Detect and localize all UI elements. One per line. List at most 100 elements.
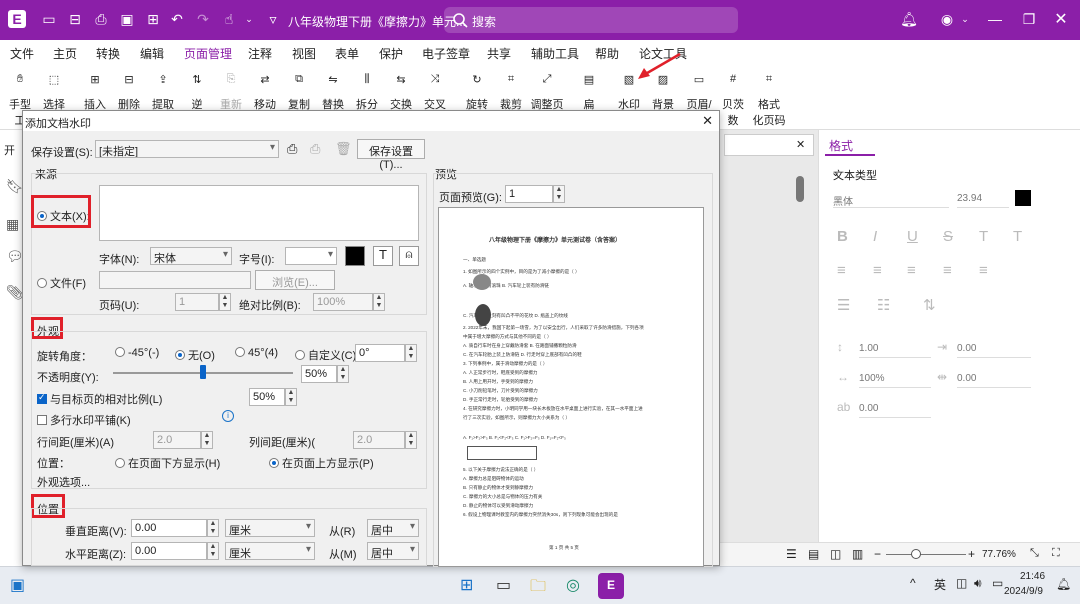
checkbox-indicator[interactable] [37, 392, 47, 404]
rotation-custom[interactable]: 自定义(C) [295, 347, 356, 363]
radio-indicator[interactable] [295, 350, 305, 360]
import-settings-icon[interactable]: ⎙ [310, 141, 320, 157]
save-as-icon[interactable]: ⊞ [144, 10, 162, 28]
checkbox-indicator[interactable] [37, 415, 47, 425]
battery-icon[interactable]: ▭ [992, 576, 1003, 590]
restore-icon[interactable]: ❐ [1020, 10, 1038, 28]
text-format-icon[interactable]: T [373, 246, 393, 266]
col-spacing-input[interactable]: 2.0 [353, 431, 405, 449]
open-folder-icon[interactable]: ⊟ [66, 10, 84, 28]
print-settings-icon[interactable]: ⎙ [287, 141, 297, 157]
fit-page-icon[interactable]: ⤡ [1030, 547, 1039, 560]
move-page-button[interactable]: ⇄ 移动 [248, 66, 282, 112]
row-spacing-spinner[interactable]: ▲ ▼ [201, 431, 213, 449]
menu-accessibility[interactable]: 辅助工具 [531, 45, 579, 62]
radio-indicator[interactable] [269, 458, 279, 468]
two-page-icon[interactable]: ◫ [830, 547, 841, 561]
delete-page-button[interactable]: ⊟ 删除 [112, 66, 146, 112]
align-left-icon[interactable]: ≡ [837, 262, 846, 279]
tab-close-icon[interactable]: ✕ [796, 138, 805, 151]
ime-lang[interactable]: 英 [934, 576, 946, 593]
task-view-icon[interactable]: ▭ [496, 575, 511, 595]
replace-page-button[interactable]: ⇋ 替换 [316, 66, 350, 112]
vertical-distance-input[interactable]: 0.00 [131, 519, 207, 537]
rotation-minus45[interactable]: -45°(-) [115, 347, 159, 359]
single-page-icon[interactable]: ☰ [786, 547, 797, 561]
menu-edit[interactable]: 编辑 [140, 45, 164, 62]
crop-button[interactable]: ⌗ 裁剪 [494, 66, 528, 112]
horizontal-distance-spinner[interactable]: ▲ ▼ [207, 542, 219, 560]
list-bullet-icon[interactable]: ☰ [837, 296, 850, 314]
radio-indicator[interactable] [235, 347, 245, 357]
col-spacing-spinner[interactable]: ▲ ▼ [405, 431, 417, 449]
print-icon[interactable]: ⎙ [92, 10, 110, 28]
rotation-none[interactable]: 无(O) [175, 347, 215, 363]
align-right-icon[interactable]: ≡ [907, 262, 916, 279]
header-footer-button[interactable]: ▭ 页眉/ [680, 66, 718, 112]
row-spacing-input[interactable]: 2.0 [153, 431, 201, 449]
watermark-text-input[interactable] [99, 185, 419, 241]
spacing-input[interactable]: 0.00 [957, 370, 1031, 388]
indent-input[interactable]: 0.00 [957, 340, 1031, 358]
continuous-icon[interactable]: ▤ [808, 547, 819, 561]
redo-icon[interactable]: ↷ [194, 10, 212, 28]
text-color-swatch[interactable] [345, 246, 365, 266]
split-button[interactable]: ⫼ 拆分 [350, 66, 384, 112]
renumber-button[interactable]: ⎘ 重新 [214, 66, 248, 112]
relative-scale-check[interactable]: 与目标页的相对比例(L) [37, 391, 162, 407]
opacity-spinner[interactable]: ▲ ▼ [337, 365, 349, 383]
menu-convert[interactable]: 转换 [96, 45, 120, 62]
save-settings-select[interactable]: [未指定] [95, 140, 279, 158]
network-icon[interactable]: ◫ [956, 576, 967, 590]
italic-icon[interactable]: I [873, 228, 877, 245]
appearance-options-link[interactable]: 外观选项... [37, 474, 90, 490]
browse-button[interactable]: 浏览(E)... [255, 270, 335, 290]
insert-page-button[interactable]: ⊞ 插入 [78, 66, 112, 112]
chevron-down-icon[interactable]: ⌄ [240, 10, 258, 28]
notification-bell-icon[interactable]: 🔔︎ [1056, 577, 1071, 591]
align-center-icon[interactable]: ≡ [873, 262, 882, 279]
font-select[interactable]: 黑体 [833, 190, 949, 208]
clock-time[interactable]: 21:46 [1020, 571, 1045, 582]
radio-indicator[interactable] [115, 458, 125, 468]
quick-access-dropdown-icon[interactable]: ▿ [264, 10, 282, 28]
scrollbar-thumb[interactable] [796, 176, 804, 202]
menu-share[interactable]: 共享 [487, 45, 511, 62]
cross-button[interactable]: ⤨ 交叉 [418, 66, 452, 112]
font-size-select[interactable]: 23.94 [957, 190, 1009, 208]
tray-chevron-icon[interactable]: ^ [910, 576, 916, 590]
file-radio-indicator[interactable] [37, 278, 47, 288]
absolute-scale-input[interactable]: 100% [313, 293, 373, 311]
minimize-icon[interactable]: — [986, 10, 1004, 28]
rotate-button[interactable]: ↻ 旋转 [460, 66, 494, 112]
opacity-slider-thumb[interactable] [200, 365, 206, 379]
text-direction-icon[interactable]: ⇅ [923, 296, 936, 314]
radio-indicator[interactable] [175, 350, 185, 360]
fullscreen-icon[interactable]: ⛶ [1052, 547, 1060, 560]
preview-page-input[interactable]: 1 [505, 185, 553, 203]
bold-icon[interactable]: B [837, 228, 848, 245]
dialog-close-icon[interactable]: ✕ [702, 113, 713, 129]
reverse-button[interactable]: ⇅ 逆 [180, 66, 214, 112]
font-select[interactable]: 宋体 [150, 247, 232, 265]
superscript-icon[interactable]: T [979, 228, 988, 245]
copy-page-button[interactable]: ⧉ 复制 [282, 66, 316, 112]
strikethrough-icon[interactable]: S [943, 228, 953, 245]
start-icon[interactable]: ⊞ [460, 575, 473, 595]
extract-page-button[interactable]: ⇪ 提取 [146, 66, 180, 112]
subscript-icon[interactable]: T [1013, 228, 1022, 245]
menu-file[interactable]: 文件 [10, 45, 34, 62]
relative-scale-input[interactable]: 50% [249, 388, 285, 406]
pdf-editor-taskbar-icon[interactable]: E [598, 573, 624, 599]
file-explorer-icon[interactable]: 🗀︎ [530, 575, 546, 602]
zoom-slider-track[interactable] [886, 554, 966, 555]
behind-page-radio[interactable]: 在页面下方显示(H) [115, 455, 220, 471]
horizontal-from-select[interactable]: 居中 [367, 542, 419, 560]
select-tool-button[interactable]: ⬚ 选择 [37, 66, 71, 112]
resize-page-button[interactable]: ⤢ 调整页 [528, 66, 566, 112]
format-page-number-button[interactable]: ⌗ 格式 化页码 [750, 66, 788, 128]
undo-icon[interactable]: ↶ [168, 10, 186, 28]
justify-icon[interactable]: ≡ [943, 262, 952, 279]
hand-tool-icon[interactable]: ☝ [220, 10, 238, 28]
line-spacing-input[interactable]: 1.00 [859, 340, 931, 358]
